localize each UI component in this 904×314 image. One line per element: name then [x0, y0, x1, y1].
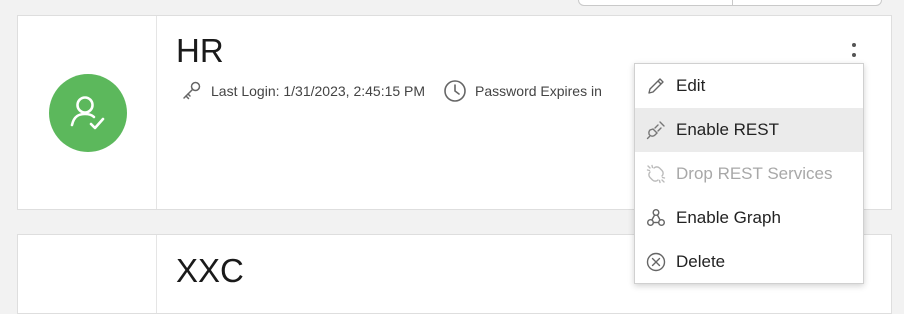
menu-item-delete[interactable]: Delete	[635, 240, 863, 284]
unplug-icon	[646, 164, 666, 184]
menu-item-label: Drop REST Services	[676, 164, 833, 183]
segment-divider	[732, 0, 733, 5]
menu-item-label: Delete	[676, 252, 726, 271]
menu-item-enable-rest[interactable]: Enable REST	[635, 108, 863, 152]
card-title: XXC	[176, 252, 244, 289]
delete-circle-icon	[646, 252, 666, 272]
password-expiry-text: Password Expires in	[475, 83, 602, 99]
clock-icon	[443, 79, 467, 103]
plug-icon	[646, 120, 666, 140]
card-title: HR	[176, 32, 224, 69]
avatar-pane	[18, 16, 157, 209]
menu-item-label: Enable REST	[676, 120, 779, 139]
menu-item-enable-graph[interactable]: Enable Graph	[635, 196, 863, 240]
card-meta: Last Login: 1/31/2023, 2:45:15 PM Passwo…	[181, 79, 602, 103]
last-login-text: Last Login: 1/31/2023, 2:45:15 PM	[211, 83, 426, 99]
menu-item-label: Enable Graph	[676, 208, 781, 227]
avatar-pane	[18, 235, 157, 313]
top-segmented-control[interactable]	[578, 0, 882, 6]
key-icon	[181, 80, 203, 102]
menu-item-label: Edit	[676, 76, 706, 95]
user-check-icon	[49, 74, 127, 152]
graph-icon	[646, 208, 666, 228]
context-menu: Edit Enable REST Drop REST Services Enab…	[634, 63, 864, 284]
menu-item-edit[interactable]: Edit	[635, 64, 863, 108]
menu-item-drop-rest-services: Drop REST Services	[635, 152, 863, 196]
pencil-icon	[646, 76, 666, 96]
